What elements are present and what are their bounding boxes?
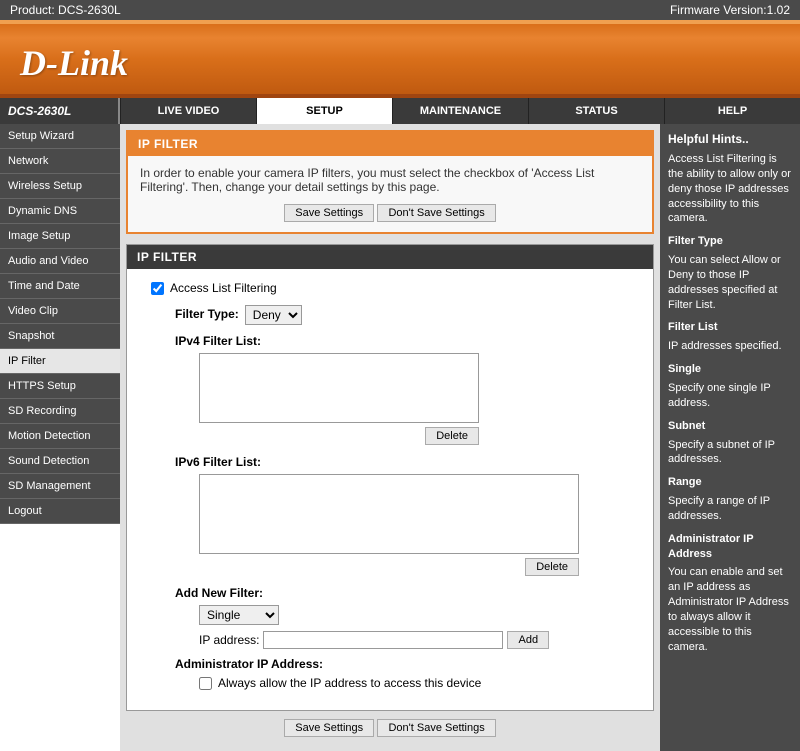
hint-text: You can select Allow or Deny to those IP… <box>668 253 792 312</box>
help-column: Helpful Hints.. Access List Filtering is… <box>660 124 800 751</box>
filter-type-label: Filter Type: <box>175 307 239 321</box>
hint-head: Administrator IP Address <box>668 532 792 562</box>
hint-text: IP addresses specified. <box>668 339 792 354</box>
sidebar-item-sound-detection[interactable]: Sound Detection <box>0 449 120 474</box>
content-area: IP FILTER In order to enable your camera… <box>120 124 660 751</box>
ip-address-label: IP address: <box>199 633 259 647</box>
dlink-logo: D-Link <box>20 42 780 84</box>
tab-help[interactable]: HELP <box>664 98 800 124</box>
sidebar-item-sd-recording[interactable]: SD Recording <box>0 399 120 424</box>
sidebar-item-snapshot[interactable]: Snapshot <box>0 324 120 349</box>
add-new-label: Add New Filter: <box>175 586 629 600</box>
add-filter-type-select[interactable]: Single <box>199 605 279 625</box>
hint-text: Specify one single IP address. <box>668 381 792 411</box>
dont-save-settings-button-top[interactable]: Don't Save Settings <box>377 204 495 222</box>
ipv6-delete-button[interactable]: Delete <box>525 558 579 576</box>
sidebar-item-sd-management[interactable]: SD Management <box>0 474 120 499</box>
sidebar-item-video-clip[interactable]: Video Clip <box>0 299 120 324</box>
banner: D-Link <box>0 20 800 98</box>
sidebar-item-ip-filter[interactable]: IP Filter <box>0 349 120 374</box>
hint-head: Filter Type <box>668 234 792 249</box>
ipv6-label: IPv6 Filter List: <box>175 455 629 469</box>
save-settings-button-bottom[interactable]: Save Settings <box>284 719 374 737</box>
ipv4-filter-listbox[interactable] <box>199 353 479 423</box>
sidebar-item-setup-wizard[interactable]: Setup Wizard <box>0 124 120 149</box>
product-label: Product: DCS-2630L <box>10 3 121 17</box>
tab-maintenance[interactable]: MAINTENANCE <box>392 98 528 124</box>
model-label: DCS-2630L <box>0 98 120 124</box>
hint-text: Specify a subnet of IP addresses. <box>668 438 792 468</box>
admin-ip-label: Administrator IP Address: <box>175 657 629 671</box>
hint-head: Single <box>668 362 792 377</box>
info-panel: IP FILTER In order to enable your camera… <box>126 130 654 234</box>
hint-head: Subnet <box>668 419 792 434</box>
firmware-label: Firmware Version:1.02 <box>670 3 790 17</box>
sidebar-item-motion-detection[interactable]: Motion Detection <box>0 424 120 449</box>
help-title: Helpful Hints.. <box>668 132 792 146</box>
admin-allow-label: Always allow the IP address to access th… <box>218 676 481 690</box>
ipv4-label: IPv4 Filter List: <box>175 334 629 348</box>
ipv4-delete-button[interactable]: Delete <box>425 427 479 445</box>
sidebar-item-dynamic-dns[interactable]: Dynamic DNS <box>0 199 120 224</box>
tab-status[interactable]: STATUS <box>528 98 664 124</box>
sidebar-item-audio-and-video[interactable]: Audio and Video <box>0 249 120 274</box>
access-list-label: Access List Filtering <box>170 281 277 295</box>
info-text: In order to enable your camera IP filter… <box>140 166 640 194</box>
tab-setup[interactable]: SETUP <box>256 98 392 124</box>
ip-address-input[interactable] <box>263 631 503 649</box>
hint-head: Filter List <box>668 320 792 335</box>
main-tabs: LIVE VIDEOSETUPMAINTENANCESTATUSHELP <box>120 98 800 124</box>
sidebar-item-image-setup[interactable]: Image Setup <box>0 224 120 249</box>
sidebar-item-wireless-setup[interactable]: Wireless Setup <box>0 174 120 199</box>
tab-live-video[interactable]: LIVE VIDEO <box>120 98 256 124</box>
info-panel-body: In order to enable your camera IP filter… <box>128 156 652 232</box>
filter-type-select[interactable]: Deny <box>245 305 302 325</box>
save-settings-button-top[interactable]: Save Settings <box>284 204 374 222</box>
dont-save-settings-button-bottom[interactable]: Don't Save Settings <box>377 719 495 737</box>
section-title: IP FILTER <box>127 245 653 269</box>
sidebar-item-time-and-date[interactable]: Time and Date <box>0 274 120 299</box>
sidebar-item-logout[interactable]: Logout <box>0 499 120 524</box>
ip-filter-section: IP FILTER Access List Filtering Filter T… <box>126 244 654 711</box>
info-panel-title: IP FILTER <box>128 132 652 156</box>
hint-text: Access List Filtering is the ability to … <box>668 152 792 226</box>
ipv6-filter-listbox[interactable] <box>199 474 579 554</box>
top-bar: Product: DCS-2630L Firmware Version:1.02 <box>0 0 800 20</box>
add-button[interactable]: Add <box>507 631 549 649</box>
hint-text: You can enable and set an IP address as … <box>668 565 792 654</box>
access-list-checkbox[interactable] <box>151 282 164 295</box>
hint-text: Specify a range of IP addresses. <box>668 494 792 524</box>
hint-head: Range <box>668 475 792 490</box>
admin-allow-checkbox[interactable] <box>199 677 212 690</box>
sidebar-item-network[interactable]: Network <box>0 149 120 174</box>
sidebar: Setup WizardNetworkWireless SetupDynamic… <box>0 124 120 751</box>
sidebar-item-https-setup[interactable]: HTTPS Setup <box>0 374 120 399</box>
